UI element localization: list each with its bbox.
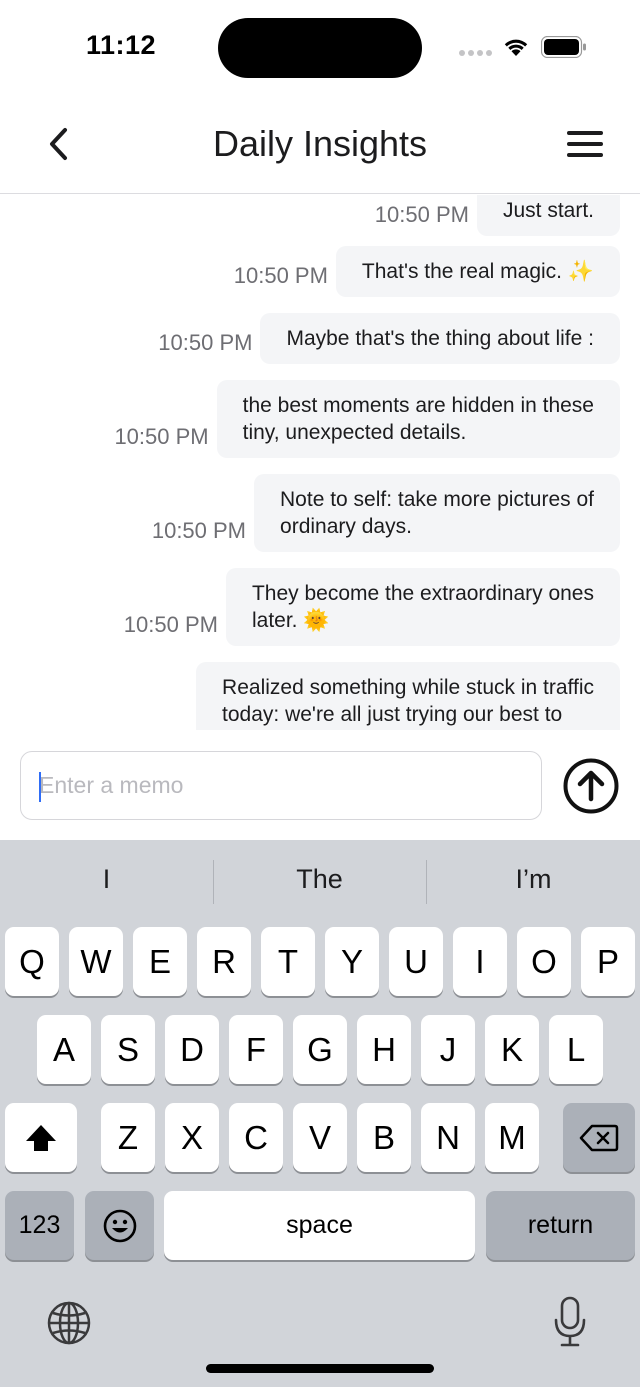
key-e[interactable]: E xyxy=(133,927,187,996)
message-text: Just start. xyxy=(502,199,594,222)
delete-key[interactable] xyxy=(563,1103,635,1172)
message-item[interactable]: 10:50 PM Maybe that's the thing about li… xyxy=(158,313,620,364)
key-o[interactable]: O xyxy=(517,927,571,996)
key-m[interactable]: M xyxy=(485,1103,539,1172)
message-item[interactable]: 10:50 PM That's the real magic. ✨ xyxy=(234,246,620,297)
memo-input[interactable] xyxy=(20,751,542,820)
key-b[interactable]: B xyxy=(357,1103,411,1172)
message-text: later. 🌞 xyxy=(251,609,330,632)
suggestion-item[interactable]: The xyxy=(213,864,426,895)
status-time: 11:12 xyxy=(86,30,157,60)
message-bubble: Realized something while stuck in traffi… xyxy=(196,662,620,730)
wifi-icon xyxy=(504,39,528,56)
key-z[interactable]: Z xyxy=(101,1103,155,1172)
key-h[interactable]: H xyxy=(357,1015,411,1084)
predictive-bar: I The I’m xyxy=(0,840,640,924)
globe-icon[interactable] xyxy=(46,1300,92,1346)
text-caret xyxy=(39,772,41,802)
message-time: 10:50 PM xyxy=(233,263,328,288)
message-time: 10:50 PM xyxy=(114,424,209,449)
page-title: Daily Insights xyxy=(212,123,428,164)
message-text: Realized something while stuck in traffi… xyxy=(222,676,594,699)
message-item[interactable]: 10:50 PM They become the extraordinary o… xyxy=(124,568,620,646)
key-q[interactable]: Q xyxy=(5,927,59,996)
dynamic-island xyxy=(218,18,422,78)
nav-header: Daily Insights xyxy=(0,96,640,194)
message-list[interactable]: 10:50 PM Just start. 10:50 PM That's the… xyxy=(0,195,640,730)
emoji-icon xyxy=(103,1209,136,1242)
space-key[interactable]: space xyxy=(164,1191,475,1260)
hamburger-menu-icon[interactable] xyxy=(562,126,608,162)
arrow-up-circle-icon[interactable] xyxy=(562,757,620,815)
message-bubble: That's the real magic. ✨ xyxy=(335,246,620,297)
key-p[interactable]: P xyxy=(581,927,635,996)
message-bubble: They become the extraordinary ones later… xyxy=(225,568,620,646)
message-item[interactable]: 10:50 PM Just start. xyxy=(375,195,620,236)
message-text: ordinary days. xyxy=(280,515,412,538)
key-w[interactable]: W xyxy=(69,927,123,996)
home-indicator[interactable] xyxy=(206,1364,434,1373)
message-text: today: we're all just trying our best to xyxy=(222,703,563,726)
message-item[interactable]: Realized something while stuck in traffi… xyxy=(196,662,620,730)
message-bubble: the best moments are hidden in these tin… xyxy=(216,380,620,458)
message-time: 10:50 PM xyxy=(123,612,218,637)
backspace-icon xyxy=(579,1124,619,1151)
message-text: the best moments are hidden in these xyxy=(242,394,594,417)
microphone-icon[interactable] xyxy=(552,1296,588,1348)
message-time: 10:50 PM xyxy=(158,330,253,355)
message-bubble: Maybe that's the thing about life : xyxy=(260,313,620,364)
message-bubble: Note to self: take more pictures of ordi… xyxy=(254,474,620,552)
message-text: They become the extraordinary ones xyxy=(251,582,594,605)
shift-icon xyxy=(26,1124,56,1151)
key-x[interactable]: X xyxy=(165,1103,219,1172)
key-k[interactable]: K xyxy=(485,1015,539,1084)
key-s[interactable]: S xyxy=(101,1015,155,1084)
key-f[interactable]: F xyxy=(229,1015,283,1084)
key-c[interactable]: C xyxy=(229,1103,283,1172)
key-n[interactable]: N xyxy=(421,1103,475,1172)
emoji-key[interactable] xyxy=(85,1191,154,1260)
message-time: 10:50 PM xyxy=(151,518,247,543)
battery-icon xyxy=(541,36,586,58)
message-item[interactable]: 10:50 PM Note to self: take more picture… xyxy=(152,474,620,552)
key-y[interactable]: Y xyxy=(325,927,379,996)
key-v[interactable]: V xyxy=(293,1103,347,1172)
key-r[interactable]: R xyxy=(197,927,251,996)
key-j[interactable]: J xyxy=(421,1015,475,1084)
key-g[interactable]: G xyxy=(293,1015,347,1084)
cellular-signal-icon xyxy=(459,50,492,56)
key-i[interactable]: I xyxy=(453,927,507,996)
numbers-key[interactable]: 123 xyxy=(5,1191,74,1260)
return-key[interactable]: return xyxy=(486,1191,635,1260)
message-time: 10:50 PM xyxy=(374,202,469,227)
status-bar: 11:12 xyxy=(0,0,640,96)
message-text: Note to self: take more pictures of xyxy=(280,488,594,511)
key-l[interactable]: L xyxy=(549,1015,603,1084)
composer xyxy=(0,730,640,840)
suggestion-item[interactable]: I xyxy=(0,864,213,895)
message-text: That's the real magic. ✨ xyxy=(361,260,594,283)
suggestion-item[interactable]: I’m xyxy=(427,864,640,895)
key-a[interactable]: A xyxy=(37,1015,91,1084)
message-text: Maybe that's the thing about life : xyxy=(286,327,594,350)
message-bubble: Just start. xyxy=(476,195,620,236)
key-t[interactable]: T xyxy=(261,927,315,996)
message-item[interactable]: 10:50 PM the best moments are hidden in … xyxy=(114,380,620,458)
keyboard: I The I’m Q W E R T Y U I O P A S D F G … xyxy=(0,840,640,1387)
shift-key[interactable] xyxy=(5,1103,77,1172)
key-u[interactable]: U xyxy=(389,927,443,996)
key-d[interactable]: D xyxy=(165,1015,219,1084)
message-text: tiny, unexpected details. xyxy=(242,421,467,444)
